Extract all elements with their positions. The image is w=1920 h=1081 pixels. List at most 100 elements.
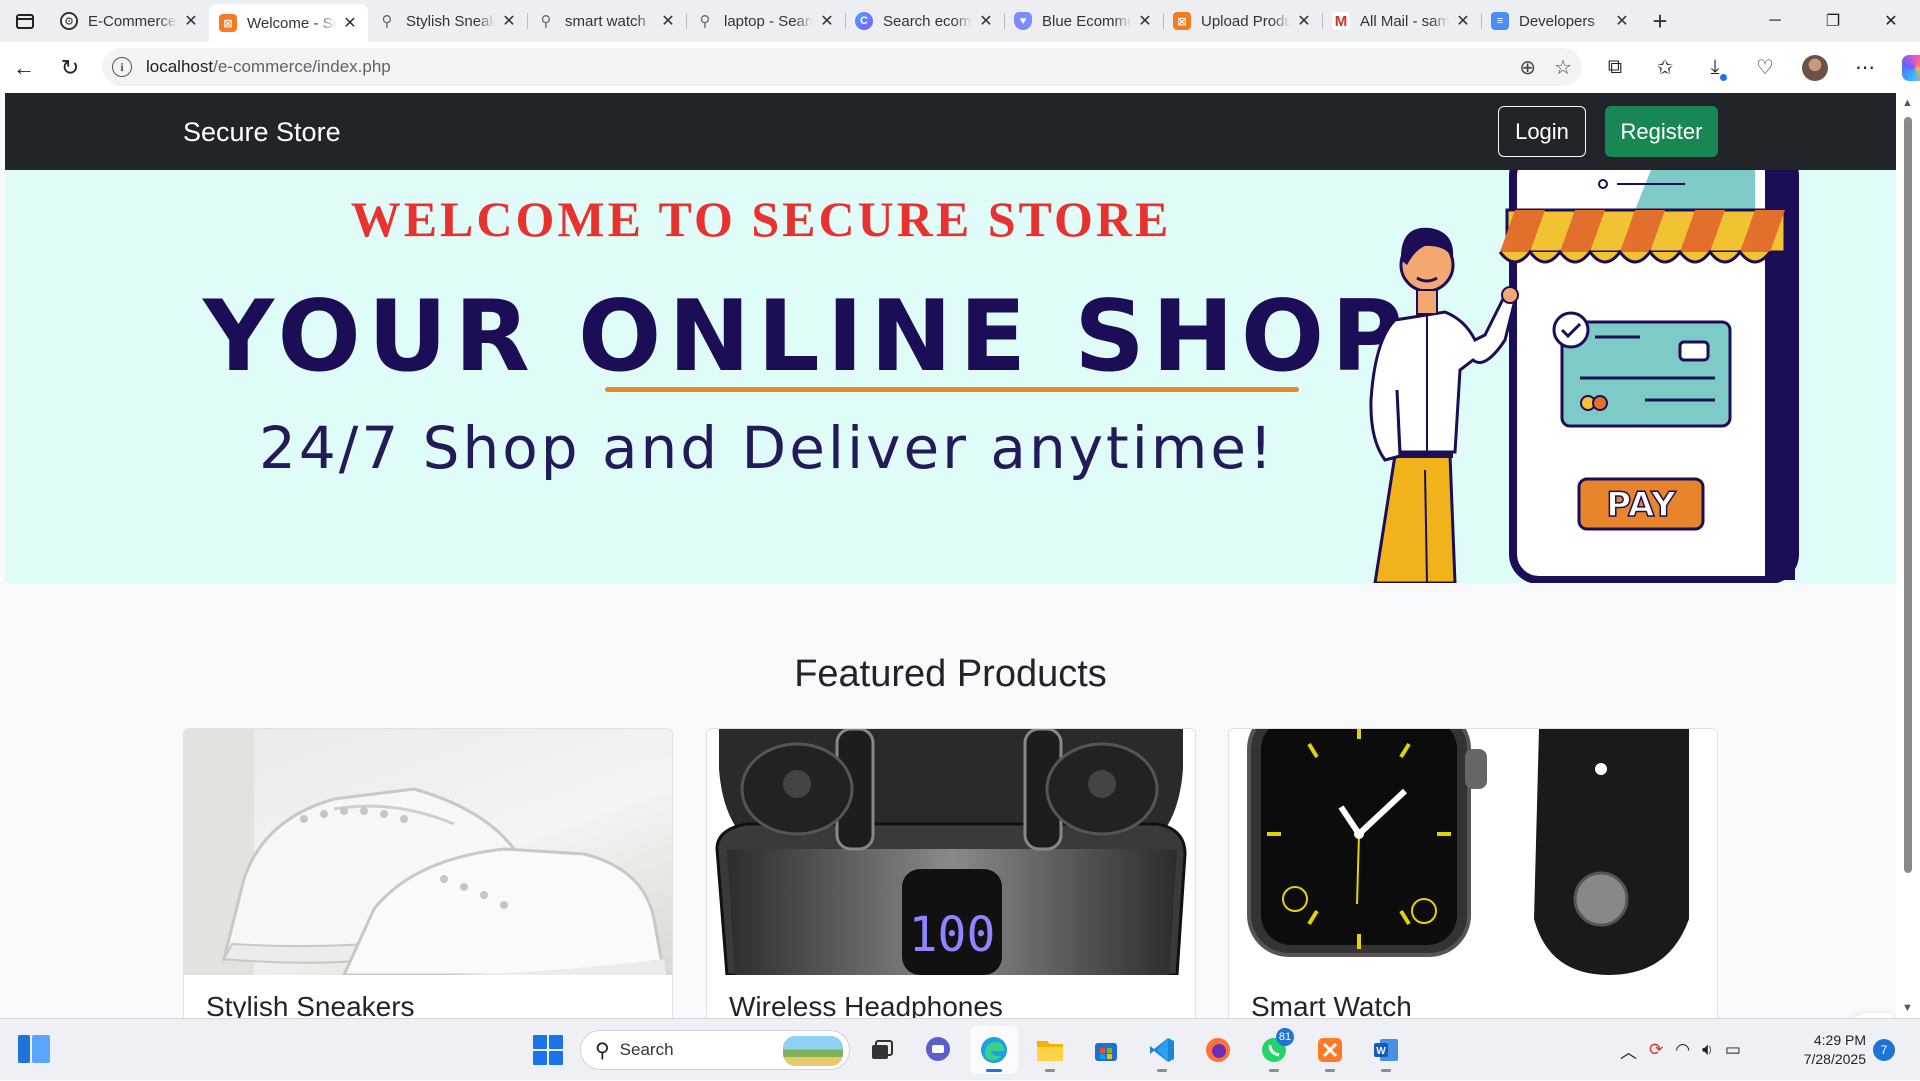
login-button[interactable]: Login: [1498, 106, 1586, 157]
close-icon[interactable]: ✕: [658, 11, 678, 31]
product-title[interactable]: Smart Watch: [1251, 991, 1412, 1018]
widgets-button[interactable]: [18, 1035, 50, 1063]
new-tab-button[interactable]: +: [1640, 4, 1680, 38]
firefox-app[interactable]: [1194, 1026, 1242, 1074]
downloads-button[interactable]: ⤓: [1690, 48, 1740, 88]
address-bar[interactable]: i localhost/e-commerce/index.php ⊕ ☆: [102, 48, 1582, 86]
browser-essentials-button[interactable]: ♡: [1740, 48, 1790, 88]
tab-laptop[interactable]: ⚲ laptop - Search ✕: [686, 4, 845, 38]
shield-icon: ♥: [1014, 12, 1032, 30]
edge-icon: [981, 1037, 1007, 1063]
xampp-icon: ⊠: [219, 14, 237, 32]
scrollbar-thumb[interactable]: [1904, 117, 1912, 873]
tab-ecommerce[interactable]: ⚙ E-Commerce ✕: [50, 4, 209, 38]
close-window-button[interactable]: ✕: [1862, 0, 1920, 42]
store-app[interactable]: [1082, 1026, 1130, 1074]
tab-all-mail[interactable]: M All Mail - sam ✕: [1322, 4, 1481, 38]
tab-smart-watch[interactable]: ⚲ smart watch ✕: [527, 4, 686, 38]
close-icon[interactable]: ✕: [1294, 11, 1314, 31]
restore-button[interactable]: ❐: [1804, 0, 1862, 42]
clock-time: 4:29 PM: [1813, 1032, 1866, 1048]
page-scrollbar[interactable]: ▲ ▼: [1896, 93, 1920, 1018]
wifi-icon[interactable]: ◠: [1675, 1040, 1690, 1060]
zoom-icon[interactable]: ⊕: [1519, 55, 1536, 80]
widgets-icon: [18, 1035, 30, 1063]
reload-icon: ↻: [60, 54, 80, 80]
tab-label: Stylish Sneakers: [406, 12, 495, 30]
file-explorer-app[interactable]: [1026, 1026, 1074, 1074]
favorites-button[interactable]: ✩: [1640, 48, 1690, 88]
hero-tagline: 24/7 Shop and Deliver anytime!: [259, 414, 1276, 482]
battery-display: 100: [909, 907, 996, 963]
product-card[interactable]: 100 Wireless Headphones: [706, 728, 1196, 1018]
product-image-smartwatch[interactable]: [1229, 729, 1717, 975]
product-title[interactable]: Stylish Sneakers: [206, 991, 415, 1018]
brand-link[interactable]: Secure Store: [183, 117, 341, 148]
unread-badge: 81: [1276, 1028, 1294, 1046]
tab-actions-icon: [16, 13, 34, 29]
settings-menu-button[interactable]: ⋯: [1840, 48, 1890, 88]
tab-list: ⚙ E-Commerce ✕ ⊠ Welcome - Secure Store …: [50, 0, 1640, 42]
teams-chat-app[interactable]: [914, 1026, 962, 1074]
copilot-button[interactable]: [1890, 48, 1920, 88]
back-button[interactable]: ←: [2, 48, 46, 88]
tab-upload-product[interactable]: ⊠ Upload Product ✕: [1163, 4, 1322, 38]
site-info-icon[interactable]: i: [112, 57, 132, 77]
extensions-button[interactable]: ⧉: [1590, 48, 1640, 88]
taskbar-search[interactable]: ⚲ Search: [580, 1030, 850, 1070]
tab-actions-button[interactable]: [0, 0, 50, 42]
tab-welcome[interactable]: ⊠ Welcome - Secure Store ✕: [209, 4, 368, 42]
tab-blue-ecommerce[interactable]: ♥ Blue Ecommerce ✕: [1004, 4, 1163, 38]
task-view-button[interactable]: [858, 1026, 906, 1074]
favorite-star-icon[interactable]: ☆: [1554, 55, 1572, 80]
firefox-icon: [1206, 1038, 1230, 1062]
close-icon[interactable]: ✕: [1453, 11, 1473, 31]
vscode-app[interactable]: [1138, 1026, 1186, 1074]
credit-card-illustration: [1552, 311, 1732, 428]
volume-icon[interactable]: 🔉︎: [1702, 1040, 1713, 1060]
sync-icon[interactable]: ⟳: [1649, 1040, 1663, 1060]
search-icon: ⚲: [699, 13, 711, 30]
close-icon[interactable]: ✕: [340, 13, 360, 33]
system-clock[interactable]: 4:29 PM 7/28/2025: [1786, 1031, 1866, 1069]
close-icon[interactable]: ✕: [976, 11, 996, 31]
avatar: [1802, 54, 1828, 81]
earbuds-image: 100: [715, 729, 1187, 975]
battery-icon[interactable]: ▭: [1725, 1040, 1741, 1060]
reload-button[interactable]: ↻: [48, 48, 92, 88]
running-indicator: [1269, 1069, 1279, 1072]
browser-toolbar: ← ↻ i localhost/e-commerce/index.php ⊕ ☆…: [0, 42, 1920, 93]
close-icon[interactable]: ✕: [1612, 11, 1632, 31]
register-button[interactable]: Register: [1605, 106, 1718, 157]
close-icon[interactable]: ✕: [499, 11, 519, 31]
word-app[interactable]: W: [1362, 1026, 1410, 1074]
edge-browser-app[interactable]: [970, 1026, 1018, 1074]
scroll-down-icon[interactable]: ▼: [1902, 1002, 1913, 1014]
gear-icon: ⚙: [60, 12, 78, 30]
product-image-headphones[interactable]: 100: [707, 729, 1195, 975]
whatsapp-app[interactable]: 81: [1250, 1026, 1298, 1074]
tab-developers[interactable]: ≡ Developers ✕: [1481, 4, 1640, 38]
product-image-sneakers[interactable]: [184, 729, 672, 975]
close-icon[interactable]: ✕: [1135, 11, 1155, 31]
tab-search-ecommerce[interactable]: C Search ecommerce ✕: [845, 4, 1004, 38]
notification-badge[interactable]: 7: [1873, 1039, 1895, 1061]
close-icon[interactable]: ✕: [817, 11, 837, 31]
minimize-button[interactable]: ─: [1746, 0, 1804, 42]
scroll-up-icon[interactable]: ▲: [1902, 97, 1913, 109]
start-button[interactable]: [524, 1026, 572, 1074]
url-text[interactable]: localhost/e-commerce/index.php: [146, 57, 391, 77]
close-icon[interactable]: ✕: [181, 11, 201, 31]
tab-stylish-sneakers[interactable]: ⚲ Stylish Sneakers ✕: [368, 4, 527, 38]
search-icon: ⚲: [381, 13, 393, 30]
product-card[interactable]: Stylish Sneakers: [183, 728, 673, 1018]
xampp-icon: ⊠: [1173, 12, 1191, 30]
window-controls: ─ ❐ ✕: [1746, 0, 1920, 42]
product-card[interactable]: Smart Watch: [1228, 728, 1718, 1018]
profile-button[interactable]: [1790, 48, 1840, 88]
xampp-app[interactable]: [1306, 1026, 1354, 1074]
chevron-up-icon[interactable]: ︿: [1620, 1038, 1637, 1063]
product-title[interactable]: Wireless Headphones: [729, 991, 1003, 1018]
tab-label: Upload Product: [1201, 12, 1290, 30]
download-icon: ⤓: [1710, 56, 1720, 78]
